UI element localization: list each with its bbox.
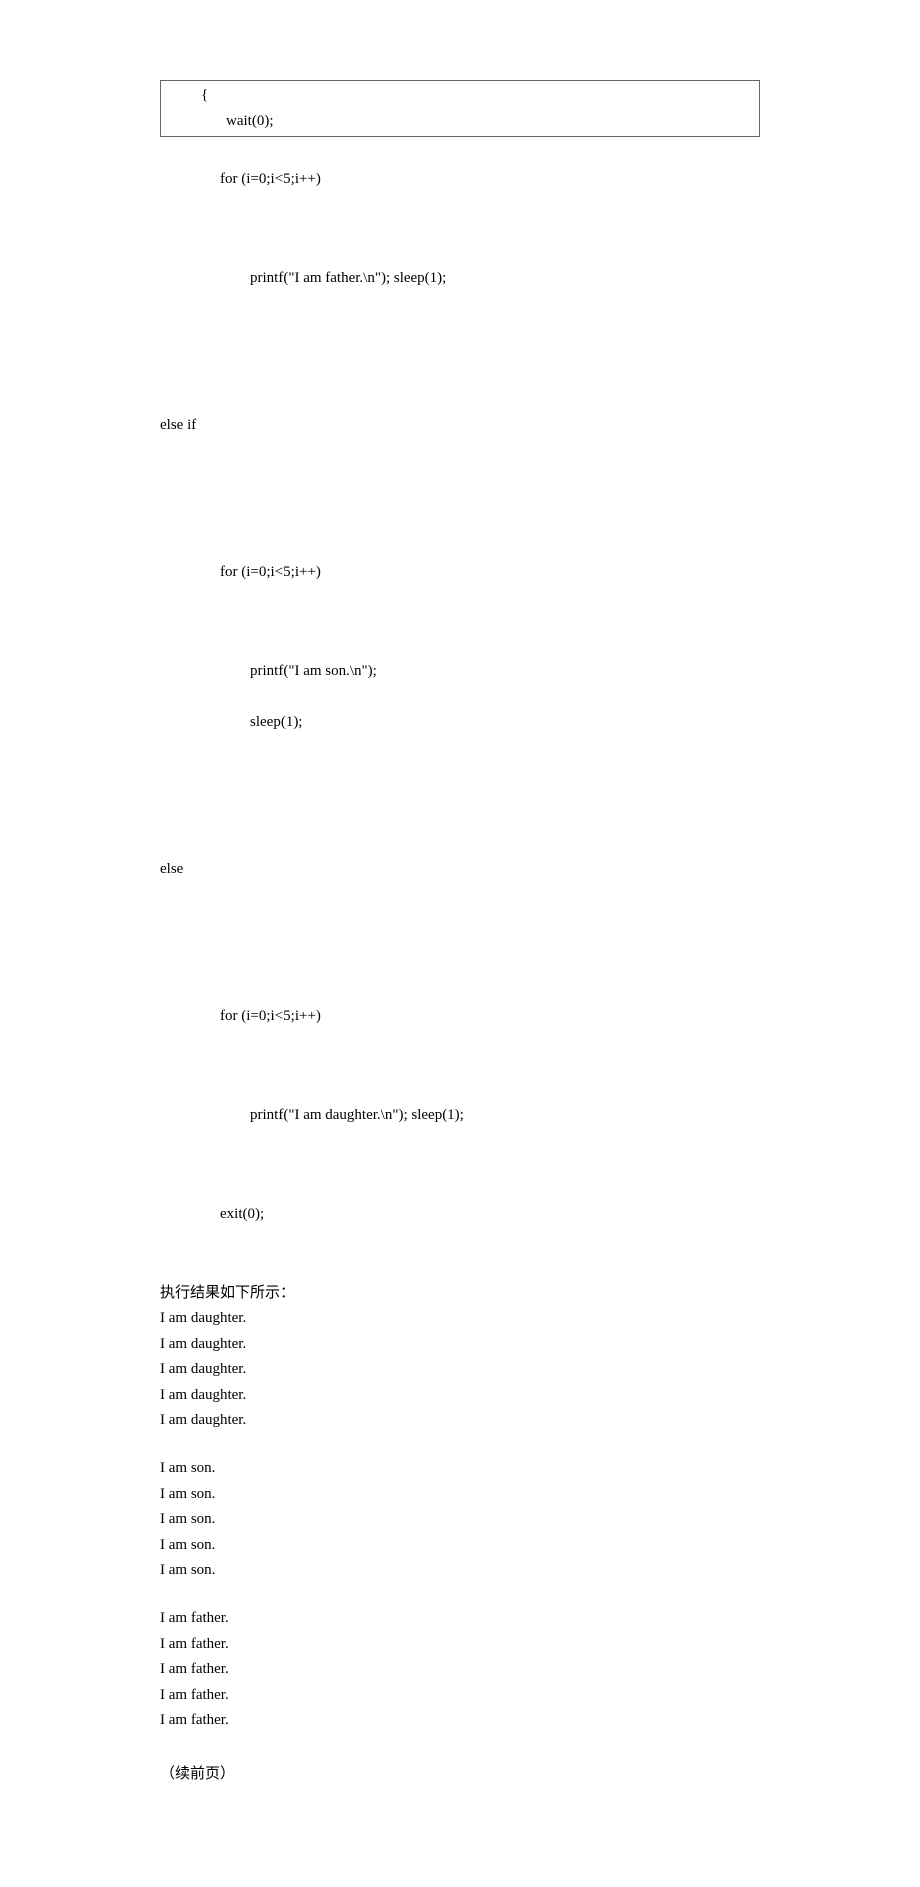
blank-line: [160, 317, 760, 340]
code-line: else if: [160, 413, 760, 439]
blank-line: [160, 1434, 760, 1457]
continuation-note: （续前页）: [160, 1762, 760, 1788]
blank-line: [160, 464, 760, 487]
output-block: I am daughter. I am daughter. I am daugh…: [160, 1306, 760, 1734]
output-line: I am daughter.: [160, 1332, 760, 1358]
output-line: I am son.: [160, 1456, 760, 1482]
blank-line: [160, 809, 760, 832]
output-line: I am father.: [160, 1683, 760, 1709]
output-line: I am daughter.: [160, 1408, 760, 1434]
output-line: I am son.: [160, 1482, 760, 1508]
code-line: printf("I am son.\n");: [160, 659, 760, 685]
output-line: I am son.: [160, 1558, 760, 1584]
output-line: I am father.: [160, 1606, 760, 1632]
output-line: I am father.: [160, 1708, 760, 1734]
blank-line: [160, 218, 760, 241]
output-line: I am father.: [160, 1632, 760, 1658]
blank-line: [160, 365, 760, 388]
blank-line: [160, 761, 760, 784]
blank-line: [160, 1055, 760, 1078]
output-line: I am daughter.: [160, 1306, 760, 1332]
code-block: for (i=0;i<5;i++) printf("I am father.\n…: [160, 141, 760, 1253]
blank-line: [160, 512, 760, 535]
code-line: for (i=0;i<5;i++): [160, 167, 760, 193]
blank-line: [160, 611, 760, 634]
code-line: for (i=0;i<5;i++): [160, 1004, 760, 1030]
code-line: else: [160, 857, 760, 883]
code-box-top: { wait(0);: [160, 80, 760, 137]
blank-line: [160, 1584, 760, 1607]
blank-line: [160, 908, 760, 931]
blank-line: [160, 1154, 760, 1177]
output-line: I am daughter.: [160, 1357, 760, 1383]
result-heading: 执行结果如下所示：: [160, 1281, 760, 1307]
code-line: wait(0);: [171, 109, 749, 135]
code-line: {: [171, 83, 749, 109]
blank-line: [160, 956, 760, 979]
code-line: exit(0);: [160, 1202, 760, 1228]
output-line: I am father.: [160, 1657, 760, 1683]
output-line: I am son.: [160, 1507, 760, 1533]
output-line: I am daughter.: [160, 1383, 760, 1409]
output-line: I am son.: [160, 1533, 760, 1559]
code-line: sleep(1);: [160, 710, 760, 736]
code-line: for (i=0;i<5;i++): [160, 560, 760, 586]
code-line: printf("I am father.\n"); sleep(1);: [160, 266, 760, 292]
code-line: printf("I am daughter.\n"); sleep(1);: [160, 1103, 760, 1129]
